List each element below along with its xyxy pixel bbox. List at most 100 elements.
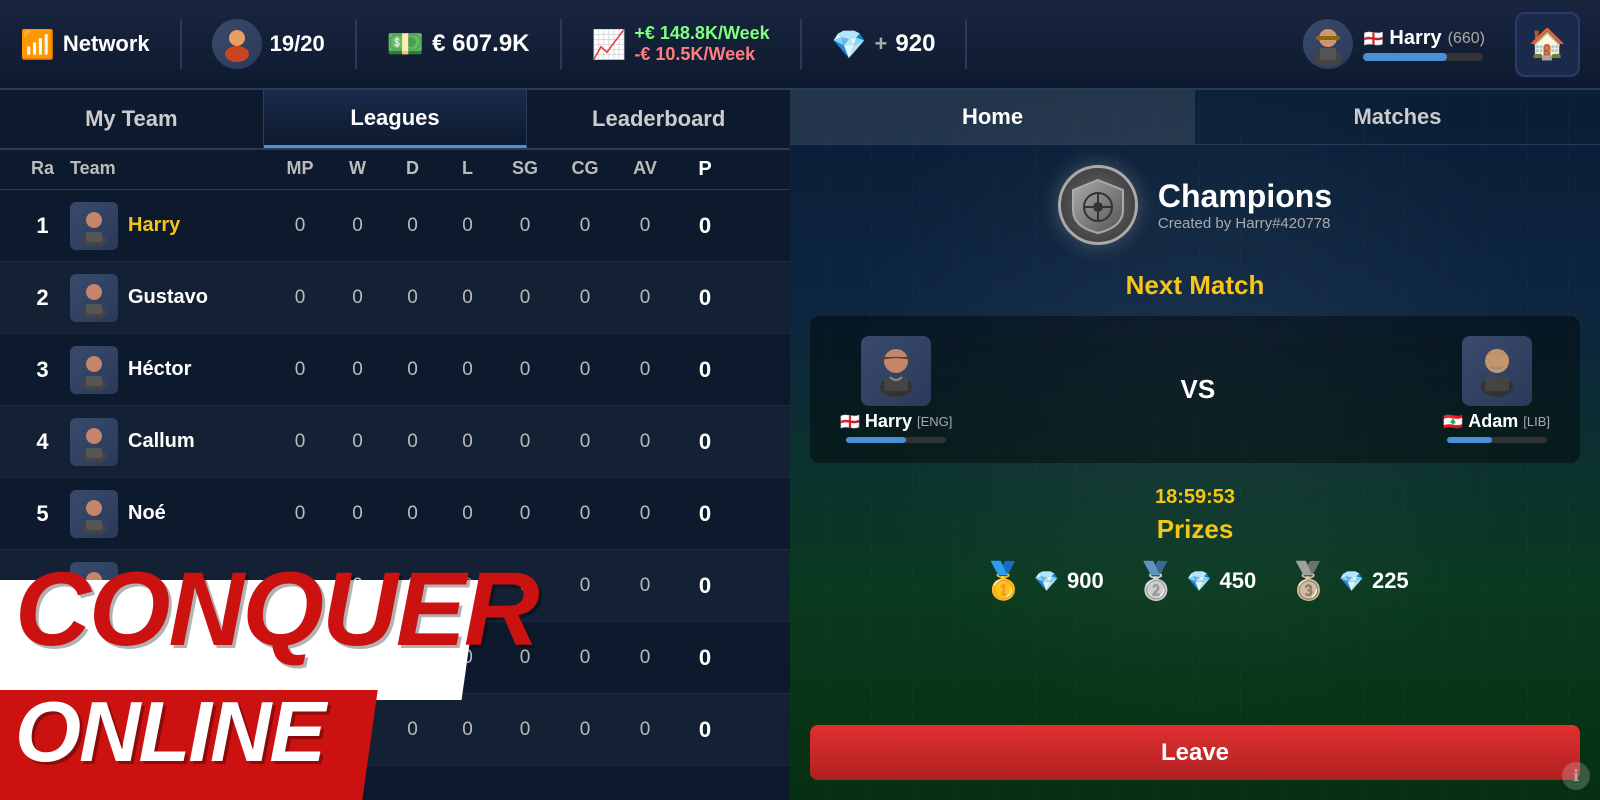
td-d: 0 [385, 719, 440, 741]
player1-xp-fill [846, 437, 906, 443]
prize-silver-amount: 450 [1220, 568, 1257, 594]
td-l: 0 [440, 215, 495, 237]
td-d: 0 [385, 287, 440, 309]
league-name-box: Champions Created by Harry#420778 [1158, 178, 1332, 232]
prize-silver: 🥈 💎 450 [1134, 560, 1256, 602]
td-sg: 0 [495, 575, 555, 597]
td-points: 0 [675, 717, 735, 743]
td-mp: 0 [270, 575, 330, 597]
td-points: 0 [675, 213, 735, 239]
td-av: 0 [615, 215, 675, 237]
table-row[interactable]: 5 Noé 0 0 0 0 0 0 0 0 [0, 478, 790, 550]
money-icon: 💵 [387, 27, 424, 62]
td-sg: 0 [495, 287, 555, 309]
rank-num: 3 [15, 357, 70, 383]
plus-icon[interactable]: + [875, 31, 888, 57]
td-cg: 0 [555, 215, 615, 237]
table-row[interactable]: 8 0 0 0 0 0 0 0 0 [0, 694, 790, 766]
right-tabs: Home Matches [790, 90, 1600, 145]
table-header: Ra Team MP W D L SG CG AV P [0, 150, 790, 190]
td-mp: 0 [270, 503, 330, 525]
td-mp: 0 [270, 647, 330, 669]
player1-name-flag: 🏴󠁧󠁢󠁥󠁮󠁧󠁿 Harry [ENG] [840, 411, 952, 432]
team-cell: Gustavo [70, 274, 270, 322]
header-cg: CG [555, 158, 615, 181]
gems-item: 💎 + 920 [832, 28, 936, 61]
leave-button[interactable]: Leave [810, 725, 1580, 780]
table-row[interactable]: 4 Callum 0 0 0 0 0 0 0 0 [0, 406, 790, 478]
row-avatar [70, 274, 118, 322]
player-name: Harry [1389, 27, 1441, 50]
td-mp: 0 [270, 215, 330, 237]
header-d: D [385, 158, 440, 181]
player-row-icon [74, 638, 114, 678]
tab-leaderboard[interactable]: Leaderboard [527, 90, 790, 148]
home-button[interactable]: 🏠 [1515, 12, 1580, 77]
gem-icon-bronze: 💎 [1339, 569, 1364, 594]
rank-num: 6 [15, 573, 70, 599]
table-row[interactable]: 7 0 0 0 0 0 0 0 0 [0, 622, 790, 694]
row-avatar [70, 418, 118, 466]
next-match-title: Next Match [1126, 270, 1265, 301]
tab-matches[interactable]: Matches [1195, 90, 1600, 144]
match-player1: 🏴󠁧󠁢󠁥󠁮󠁧󠁿 Harry [ENG] [840, 336, 952, 443]
table-row[interactable]: 6 0 0 0 0 0 0 0 0 [0, 550, 790, 622]
player2-name-flag: 🇱🇧 Adam [LIB] [1443, 411, 1550, 432]
td-l: 0 [440, 647, 495, 669]
header-sg: SG [495, 158, 555, 181]
prizes-row: 🥇 💎 900 🥈 💎 450 🥉 💎 225 [981, 560, 1408, 602]
match-timer: 18:59:53 [1155, 486, 1235, 509]
player2-name: Adam [1468, 411, 1518, 432]
team-cell: Harry [70, 202, 270, 250]
team-name: Callum [128, 430, 195, 453]
row-avatar [70, 490, 118, 538]
td-d: 0 [385, 431, 440, 453]
td-cg: 0 [555, 719, 615, 741]
currency-item: 💵 € 607.9K [387, 27, 530, 62]
team-cell [70, 706, 270, 754]
divider1 [180, 19, 182, 69]
league-shield-icon [1058, 165, 1138, 245]
table-row[interactable]: 3 Héctor 0 0 0 0 0 0 0 0 [0, 334, 790, 406]
divider5 [965, 19, 967, 69]
gem-icon-silver: 💎 [1187, 569, 1212, 594]
td-av: 0 [615, 431, 675, 453]
tab-leagues[interactable]: Leagues [264, 90, 528, 148]
network-label: Network [63, 31, 150, 57]
team-name: Héctor [128, 358, 191, 381]
header-team: Team [70, 158, 270, 181]
td-d: 0 [385, 359, 440, 381]
row-avatar [70, 706, 118, 754]
team-name: Harry [128, 214, 180, 237]
tab-my-team[interactable]: My Team [0, 90, 264, 148]
td-mp: 0 [270, 287, 330, 309]
td-points: 0 [675, 285, 735, 311]
rank-num: 1 [15, 213, 70, 239]
td-w: 0 [330, 215, 385, 237]
divider4 [800, 19, 802, 69]
table-row[interactable]: 1 Harry 0 0 0 0 0 0 0 0 [0, 190, 790, 262]
divider3 [560, 19, 562, 69]
td-w: 0 [330, 431, 385, 453]
td-points: 0 [675, 645, 735, 671]
main-tabs: My Team Leagues Leaderboard [0, 90, 790, 150]
player1-label: [ENG] [917, 414, 952, 429]
td-w: 0 [330, 287, 385, 309]
td-w: 0 [330, 575, 385, 597]
squad-icon [212, 19, 262, 69]
td-av: 0 [615, 647, 675, 669]
player-row-icon [74, 206, 114, 246]
income-item: 📈 +€ 148.8K/Week -€ 10.5K/Week [592, 23, 770, 65]
td-cg: 0 [555, 647, 615, 669]
gem-icon: 💎 [832, 28, 867, 61]
player2-xp-fill [1447, 437, 1492, 443]
right-panel: Home Matches [790, 90, 1600, 800]
info-button[interactable]: ℹ [1562, 762, 1590, 790]
team-name: Gustavo [128, 286, 208, 309]
td-sg: 0 [495, 719, 555, 741]
td-l: 0 [440, 575, 495, 597]
income-negative: -€ 10.5K/Week [634, 44, 769, 65]
match-player2: 🇱🇧 Adam [LIB] [1443, 336, 1550, 443]
tab-home[interactable]: Home [790, 90, 1195, 144]
table-row[interactable]: 2 Gustavo 0 0 0 0 0 0 0 0 [0, 262, 790, 334]
